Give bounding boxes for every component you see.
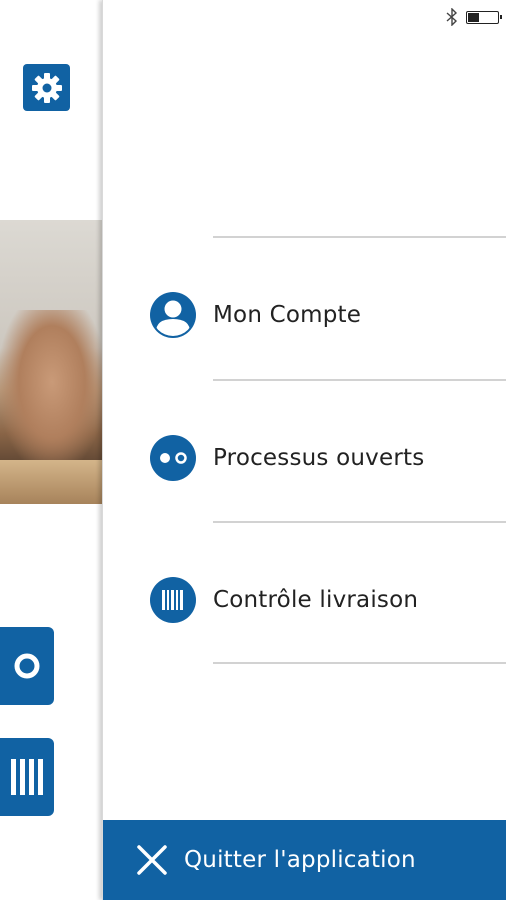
menu-divider bbox=[213, 379, 506, 381]
quit-app-label: Quitter l'application bbox=[184, 847, 416, 873]
menu-item-label: Contrôle livraison bbox=[213, 587, 419, 613]
gear-icon bbox=[31, 72, 62, 103]
open-processes-icon bbox=[150, 435, 196, 481]
quit-app-button[interactable]: Quitter l'application bbox=[103, 820, 506, 900]
hero-photo bbox=[0, 220, 104, 504]
menu-item-processus-ouverts[interactable]: Processus ouverts bbox=[150, 432, 506, 484]
menu-item-label: Mon Compte bbox=[213, 302, 362, 328]
background-tile-open-processes[interactable] bbox=[0, 627, 54, 705]
bluetooth-icon bbox=[446, 8, 458, 26]
menu-divider bbox=[213, 662, 506, 664]
circle-icon bbox=[14, 653, 40, 679]
menu-item-mon-compte[interactable]: Mon Compte bbox=[150, 289, 506, 341]
navigation-drawer: Mon Compte Processus ouverts Contrôle li… bbox=[102, 0, 506, 900]
battery-icon bbox=[466, 10, 502, 24]
menu-item-controle-livraison[interactable]: Contrôle livraison bbox=[150, 574, 506, 626]
barcode-icon bbox=[150, 577, 196, 623]
background-screen bbox=[0, 0, 104, 900]
menu-divider bbox=[213, 236, 506, 238]
background-tile-delivery-check[interactable] bbox=[0, 738, 54, 816]
barcode-icon bbox=[11, 759, 43, 795]
menu-item-label: Processus ouverts bbox=[213, 445, 425, 471]
user-icon bbox=[150, 292, 196, 338]
close-icon bbox=[135, 843, 169, 877]
settings-button[interactable] bbox=[23, 64, 70, 111]
status-bar bbox=[446, 6, 502, 28]
menu-divider bbox=[213, 521, 506, 523]
